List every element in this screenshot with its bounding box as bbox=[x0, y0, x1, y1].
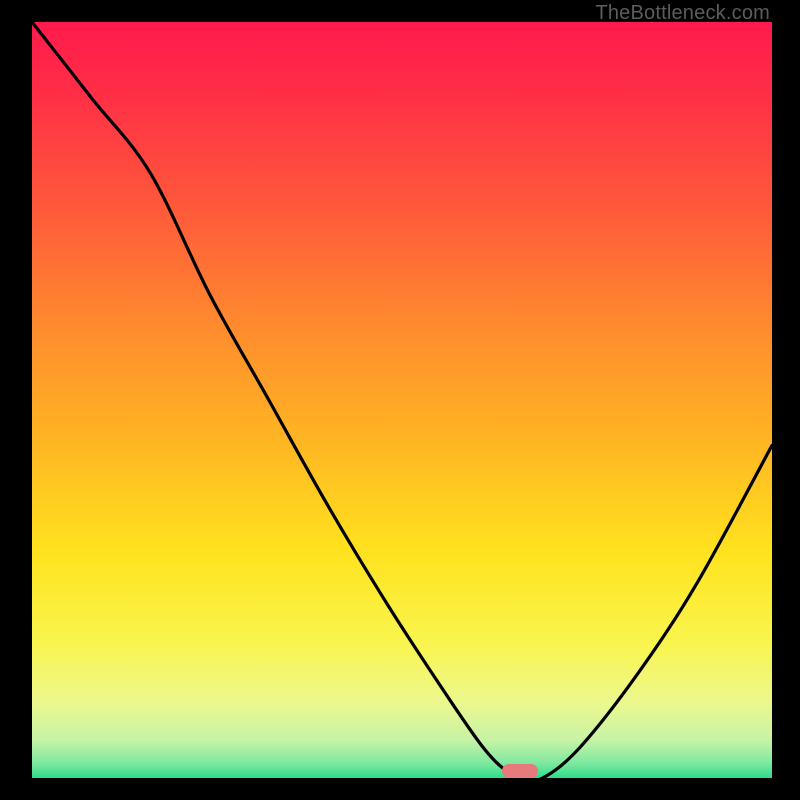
chart-frame: TheBottleneck.com bbox=[0, 0, 800, 800]
optimal-marker bbox=[502, 764, 538, 778]
plot-area bbox=[32, 22, 772, 778]
watermark-text: TheBottleneck.com bbox=[595, 2, 770, 25]
bottleneck-curve bbox=[32, 22, 772, 778]
